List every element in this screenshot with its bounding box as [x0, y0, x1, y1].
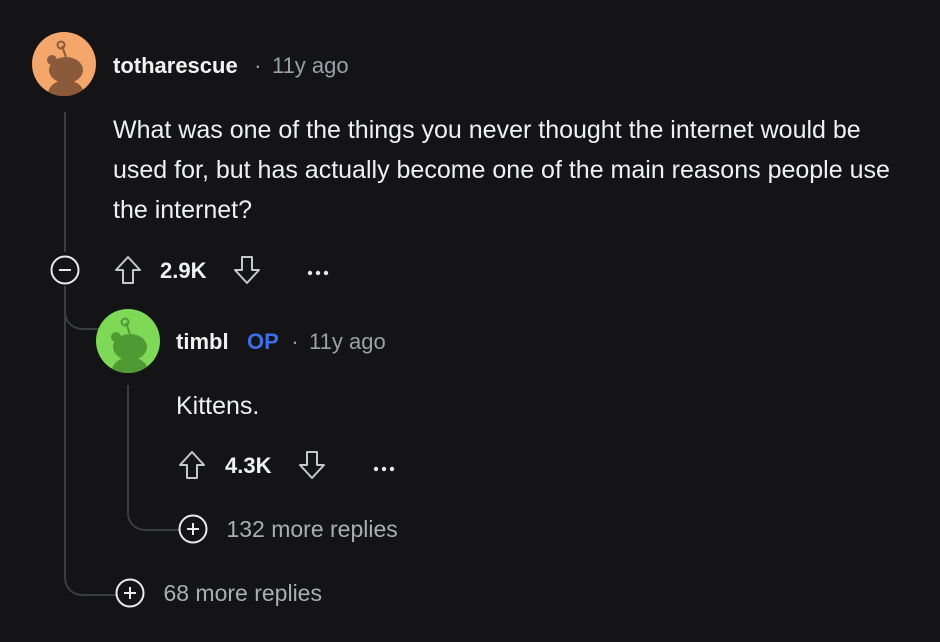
more-horizontal-icon: [373, 466, 395, 472]
timestamp: 11y ago: [271, 53, 349, 78]
comment-header-timbl: timbl OP · 11y ago: [176, 329, 386, 355]
more-replies-label[interactable]: 132 more replies: [226, 516, 397, 542]
separator-dot: ·: [291, 329, 299, 354]
overflow-menu-button[interactable]: [372, 460, 396, 478]
timestamp: 11y ago: [309, 329, 386, 354]
collapse-button[interactable]: [50, 255, 80, 290]
snoo-avatar-icon: [47, 40, 84, 96]
downvote-button[interactable]: [233, 255, 261, 290]
separator-dot: ·: [254, 53, 262, 78]
thread-line-main-lower: [64, 286, 66, 571]
more-horizontal-icon: [307, 270, 329, 276]
upvote-button[interactable]: [114, 255, 142, 290]
arrow-up-icon: [115, 256, 141, 284]
plus-circle-icon: [115, 578, 145, 608]
minus-circle-icon: [50, 255, 80, 285]
arrow-down-icon: [234, 256, 260, 284]
comment-body: What was one of the things you never tho…: [113, 116, 890, 224]
thread-line-timbl: [127, 385, 179, 531]
avatar-totharescue[interactable]: [32, 32, 96, 96]
username[interactable]: totharescue: [113, 53, 238, 78]
username[interactable]: timbl: [176, 329, 229, 354]
vote-count: 2.9K: [160, 258, 207, 283]
avatar-timbl[interactable]: [96, 309, 160, 373]
plus-circle-icon: [178, 514, 208, 544]
thread-branch-68-more: [64, 560, 118, 596]
more-replies-label[interactable]: 68 more replies: [163, 580, 322, 606]
overflow-menu-button[interactable]: [306, 264, 330, 282]
more-replies-button-timbl[interactable]: 132 more replies: [178, 514, 398, 544]
comment-body: Kittens.: [176, 392, 260, 420]
downvote-button[interactable]: [298, 450, 326, 485]
upvote-button[interactable]: [178, 450, 206, 485]
snoo-avatar-icon: [111, 317, 148, 373]
op-badge: OP: [247, 329, 279, 354]
vote-count: 4.3K: [225, 453, 272, 478]
thread-line-main: [64, 112, 66, 252]
more-replies-button-top[interactable]: 68 more replies: [115, 578, 322, 608]
arrow-up-icon: [179, 451, 205, 479]
comment-header-totharescue: totharescue · 11y ago: [113, 53, 349, 79]
arrow-down-icon: [299, 451, 325, 479]
